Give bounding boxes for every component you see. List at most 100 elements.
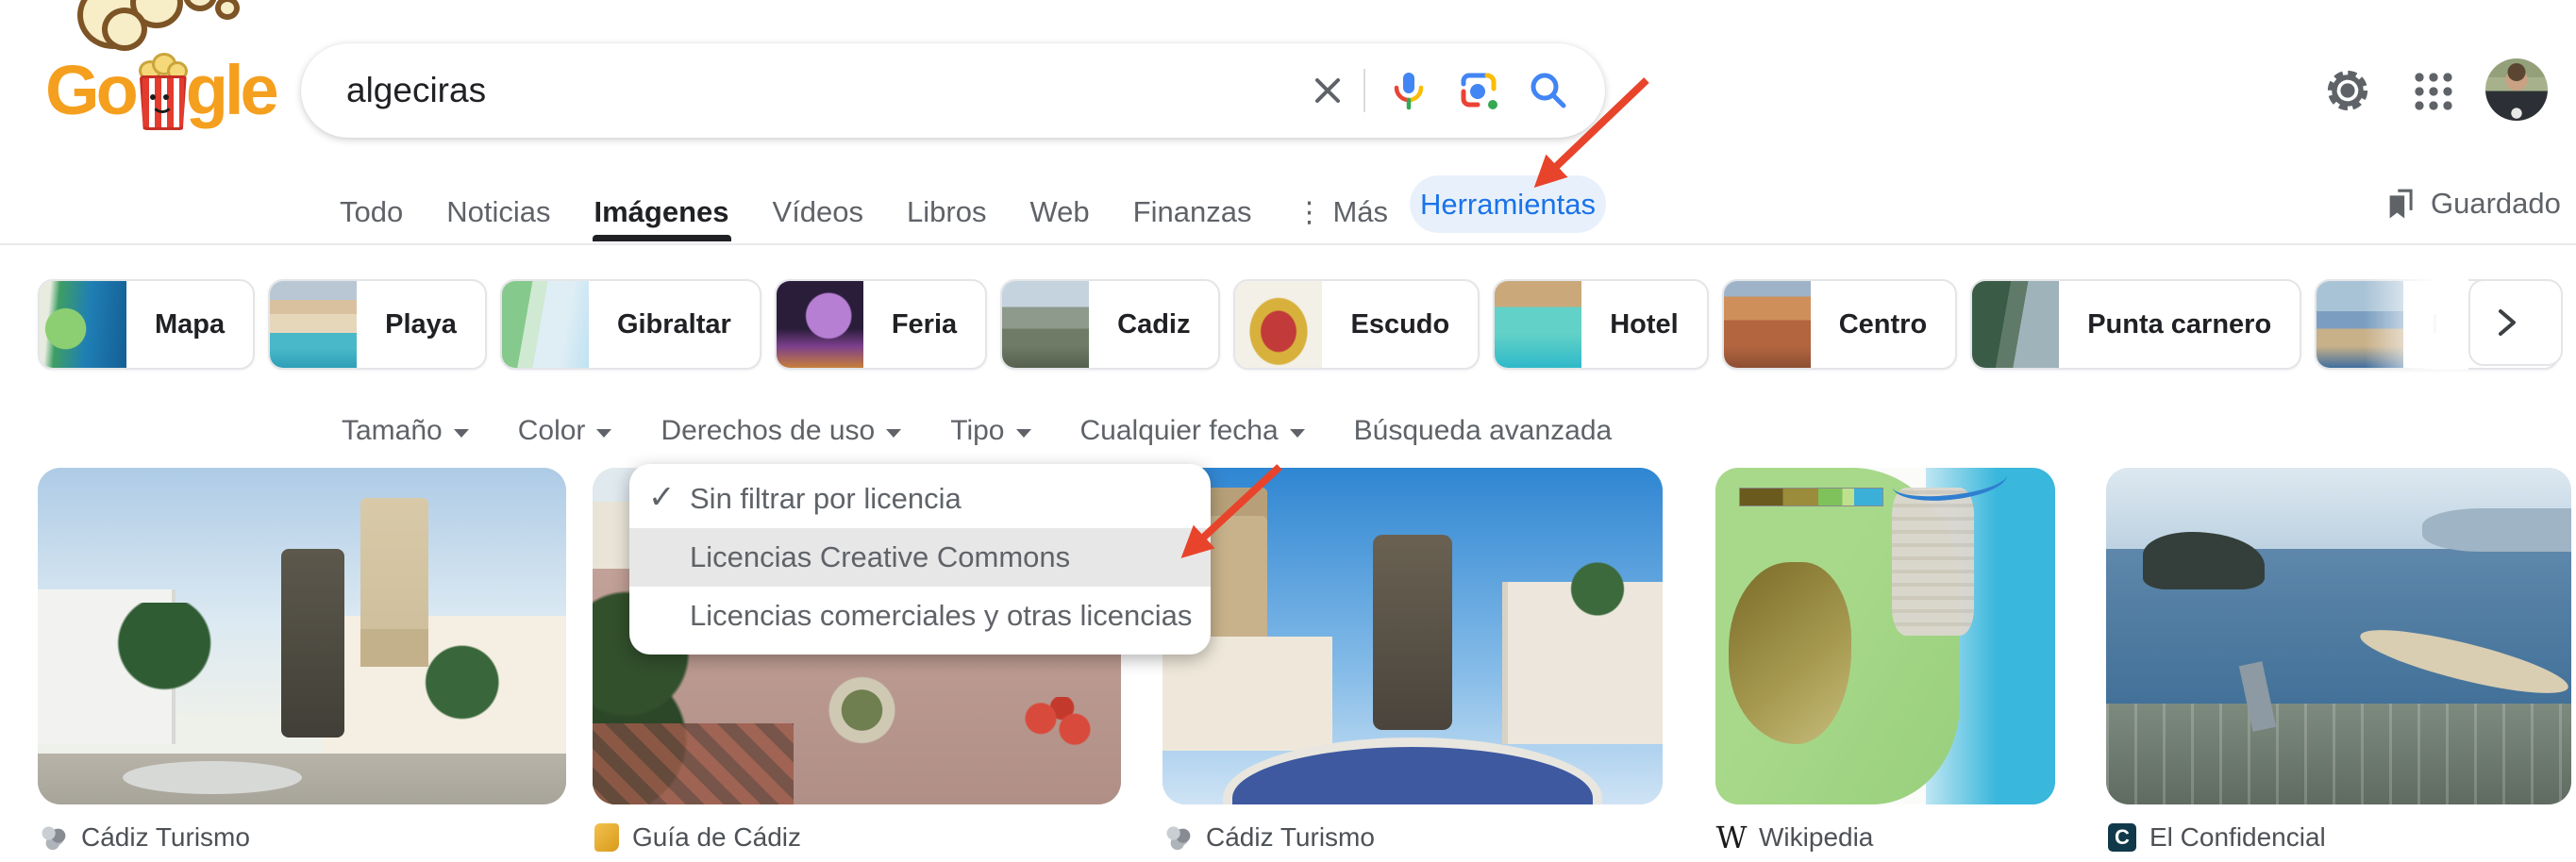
result-image-4[interactable] — [1715, 468, 2055, 804]
photo-layer — [387, 643, 525, 731]
tab-web[interactable]: Web — [1029, 183, 1089, 241]
photo-layer — [38, 754, 566, 804]
chip-punta-carnero[interactable]: Punta carnero — [1970, 279, 2301, 370]
chip-thumbnail — [40, 281, 126, 368]
el-confidencial-favicon: C — [2108, 823, 2136, 852]
popcorn-box-icon — [137, 53, 184, 126]
photo-layer — [804, 676, 920, 743]
filter-tipo[interactable]: Tipo — [950, 415, 1030, 447]
chip-centro[interactable]: Centro — [1722, 279, 1957, 370]
check-icon: ✓ — [648, 478, 676, 516]
chip-thumbnail — [1002, 281, 1089, 368]
header-divider — [0, 243, 2576, 245]
logo-letter-g: G — [45, 53, 96, 128]
chip-thumbnail — [1724, 281, 1811, 368]
filter-fecha[interactable]: Cualquier fecha — [1080, 415, 1305, 447]
tools-button[interactable]: Herramientas — [1410, 175, 1606, 233]
result-image-3[interactable] — [1163, 468, 1663, 804]
tab-mas[interactable]: ⋮ Más — [1295, 183, 1388, 241]
chip-thumbnail — [1972, 281, 2059, 368]
result-source-3[interactable]: Cádiz Turismo — [1164, 822, 1375, 853]
chevron-right-icon — [2487, 304, 2525, 341]
tab-finanzas[interactable]: Finanzas — [1133, 183, 1252, 241]
photo-layer — [2422, 508, 2571, 552]
caret-down-icon — [1016, 429, 1031, 438]
account-avatar[interactable] — [2485, 58, 2548, 121]
filter-busqueda-avanzada[interactable]: Búsqueda avanzada — [1354, 415, 1613, 447]
chip-cadiz[interactable]: Cadiz — [1000, 279, 1220, 370]
menu-item-creative-commons[interactable]: Licencias Creative Commons — [629, 528, 1211, 587]
chip-hotel[interactable]: Hotel — [1493, 279, 1709, 370]
chip-thumbnail — [1495, 281, 1581, 368]
searchbar-divider — [1363, 69, 1365, 112]
saved-button[interactable]: Guardado — [2382, 185, 2561, 223]
related-searches-chips: Mapa Playa Gibraltar Feria Cadiz Escudo … — [38, 279, 2559, 366]
bookmark-collections-icon — [2382, 185, 2417, 223]
result-source-5[interactable]: C El Confidencial — [2108, 822, 2326, 853]
filter-tamano[interactable]: Tamaño — [342, 415, 469, 447]
filter-derechos-de-uso[interactable]: Derechos de uso — [661, 415, 901, 447]
photo-layer — [360, 498, 429, 667]
tab-todo[interactable]: Todo — [340, 183, 403, 241]
filter-color[interactable]: Color — [518, 415, 612, 447]
menu-item-sin-filtrar[interactable]: ✓ Sin filtrar por licencia — [629, 470, 1211, 528]
caret-down-icon — [886, 429, 901, 438]
photo-layer — [101, 603, 259, 704]
result-source-1[interactable]: Cádiz Turismo — [40, 822, 250, 853]
photo-layer — [1015, 697, 1100, 751]
tab-videos[interactable]: Vídeos — [773, 183, 864, 241]
wikipedia-favicon: W — [1717, 823, 1746, 852]
google-wordmark: Go gle — [45, 53, 276, 128]
caret-down-icon — [1290, 429, 1305, 438]
cadiz-turismo-favicon — [1164, 823, 1193, 852]
chip-mapa[interactable]: Mapa — [38, 279, 255, 370]
chips-fade-overlay — [2365, 275, 2468, 370]
chip-feria[interactable]: Feria — [775, 279, 987, 370]
chip-thumbnail — [1235, 281, 1322, 368]
chip-playa[interactable]: Playa — [268, 279, 487, 370]
search-bar[interactable]: algeciras — [301, 43, 1605, 138]
photo-layer — [1373, 535, 1453, 730]
photo-layer — [1892, 488, 1973, 636]
photo-layer — [1543, 549, 1653, 630]
image-tools-bar: Tamaño Color Derechos de uso Tipo Cualqu… — [342, 415, 1612, 447]
voice-search-icon[interactable] — [1386, 68, 1431, 113]
result-image-1[interactable] — [38, 468, 566, 804]
google-lens-icon[interactable] — [1456, 68, 1501, 113]
search-tabs: Todo Noticias Imágenes Vídeos Libros Web… — [340, 183, 1388, 241]
cadiz-turismo-favicon — [40, 823, 68, 852]
google-image-search-page: Go gle algeciras — [0, 0, 2576, 862]
chip-escudo[interactable]: Escudo — [1233, 279, 1480, 370]
caret-down-icon — [454, 429, 469, 438]
chip-thumbnail — [502, 281, 589, 368]
google-apps-grid-icon[interactable] — [2412, 70, 2455, 113]
google-doodle-logo[interactable]: Go gle — [45, 0, 272, 151]
photo-layer — [593, 723, 794, 804]
more-vertical-icon: ⋮ — [1295, 196, 1323, 229]
clear-search-icon[interactable] — [1305, 68, 1350, 113]
result-source-4[interactable]: W Wikipedia — [1717, 822, 1873, 853]
logo-letter-o: o — [96, 53, 135, 128]
chip-gibraltar[interactable]: Gibraltar — [500, 279, 761, 370]
chips-scroll-right-button[interactable] — [2468, 279, 2563, 366]
tab-imagenes[interactable]: Imágenes — [594, 183, 729, 241]
photo-layer — [123, 761, 302, 795]
result-source-2[interactable]: Guía de Cádiz — [594, 822, 801, 853]
chip-thumbnail — [270, 281, 357, 368]
photo-layer — [281, 549, 344, 738]
photo-layer — [2106, 704, 2571, 804]
search-input[interactable]: algeciras — [346, 71, 1305, 110]
tab-noticias[interactable]: Noticias — [446, 183, 550, 241]
settings-gear-icon[interactable] — [2323, 66, 2372, 120]
saved-label: Guardado — [2431, 187, 2561, 221]
map-legend-bar — [1739, 488, 1883, 506]
caret-down-icon — [596, 429, 611, 438]
chip-thumbnail — [777, 281, 863, 368]
photo-layer — [1729, 562, 1851, 744]
menu-item-licencias-comerciales[interactable]: Licencias comerciales y otras licencias — [629, 587, 1211, 645]
result-image-5[interactable] — [2106, 468, 2571, 804]
search-submit-icon[interactable] — [1526, 68, 1571, 113]
usage-rights-menu: ✓ Sin filtrar por licencia Licencias Cre… — [629, 464, 1211, 655]
tab-libros[interactable]: Libros — [907, 183, 986, 241]
guia-de-cadiz-favicon — [594, 823, 619, 852]
